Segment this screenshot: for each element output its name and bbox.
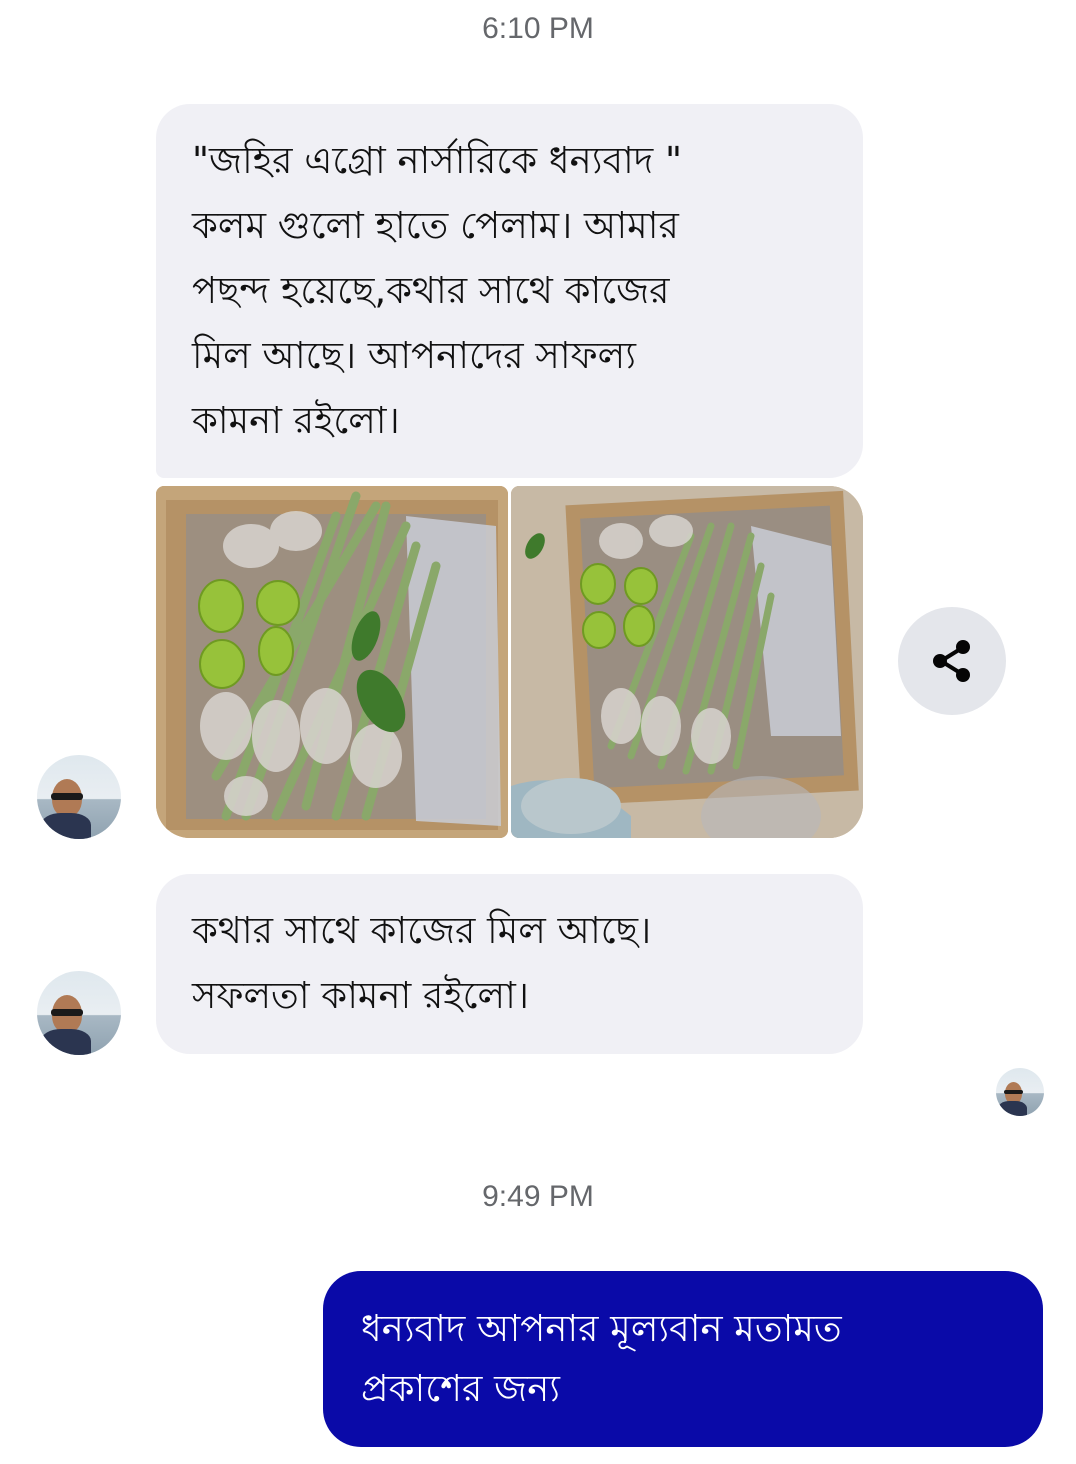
sender-avatar-1[interactable]: [37, 755, 121, 839]
share-button[interactable]: [898, 607, 1006, 715]
photo-2-image: [511, 486, 863, 838]
timestamp-2: 9:49 PM: [482, 1180, 594, 1213]
share-icon: [933, 640, 970, 682]
seen-avatar-shirt: [998, 1101, 1027, 1116]
avatar-1-shirt: [41, 813, 91, 839]
incoming-message-1-text: "জহির এগ্রো নার্সারিকে ধন্যবাদ " কলম গুল…: [192, 139, 683, 442]
avatar-1-glasses: [51, 793, 83, 800]
avatar-2-shirt: [41, 1029, 91, 1055]
photo-1-image: [156, 486, 508, 838]
photo-saplings-box-1[interactable]: [156, 486, 508, 838]
incoming-message-2-text: কথার সাথে কাজের মিল আছে। সফলতা কামনা রইল…: [192, 909, 652, 1017]
timestamp-1: 6:10 PM: [482, 12, 594, 45]
incoming-message-1[interactable]: "জহির এগ্রো নার্সারিকে ধন্যবাদ " কলম গুল…: [156, 104, 863, 478]
avatar-2-glasses: [51, 1009, 83, 1016]
outgoing-message-1[interactable]: ধন্যবাদ আপনার মূল্যবান মতামত প্রকাশের জন…: [323, 1271, 1043, 1447]
seen-avatar-glasses: [1004, 1090, 1023, 1094]
outgoing-message-1-text: ধন্যবাদ আপনার মূল্যবান মতামত প্রকাশের জন…: [361, 1307, 842, 1410]
incoming-message-2[interactable]: কথার সাথে কাজের মিল আছে। সফলতা কামনা রইল…: [156, 874, 863, 1054]
sender-avatar-2[interactable]: [37, 971, 121, 1055]
seen-receipt-avatar: [996, 1068, 1044, 1116]
photo-saplings-box-2[interactable]: [511, 486, 863, 838]
